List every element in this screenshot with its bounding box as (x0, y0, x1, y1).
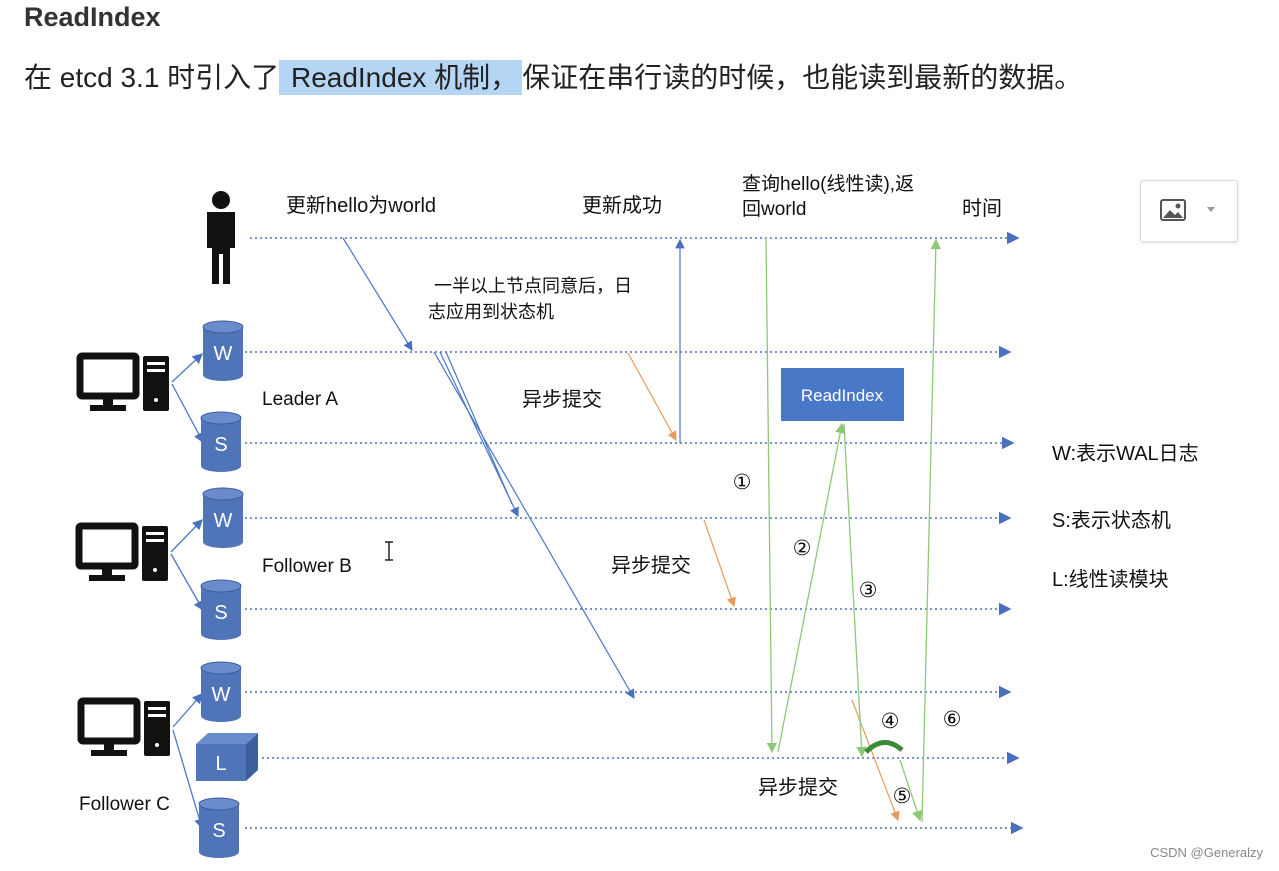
leader-async-commit-arrow (627, 352, 677, 442)
store-letter: S (212, 820, 225, 842)
followerc-async-commit-label: 异步提交 (758, 776, 838, 799)
leader-a-label: Leader A (262, 389, 338, 410)
store-letter: S (214, 434, 227, 456)
query-label-line1: 查询hello(线性读),返 (742, 173, 914, 195)
followerb-state-store: S (200, 579, 242, 640)
leader-async-commit-label: 异步提交 (522, 388, 602, 411)
store-letter: S (214, 602, 227, 624)
step-marker-6: ⑥ (943, 708, 962, 731)
step-marker-1: ① (733, 471, 752, 494)
follower-c-label: Follower C (79, 794, 170, 815)
leader-state-store: S (200, 411, 242, 472)
replicate-to-followerb-arrow (445, 351, 513, 505)
readindex-box-label: ReadIndex (801, 386, 884, 405)
time-axis-label: 时间 (962, 197, 1002, 220)
followerc-wal-store: W (200, 661, 242, 722)
majority-note-line1: 一半以上节点同意后，日 (434, 276, 632, 296)
update-success-label: 更新成功 (582, 194, 662, 217)
majority-note-line2: 志应用到状态机 (428, 302, 554, 322)
computer-icon (77, 697, 170, 756)
store-letter: L (215, 753, 226, 775)
followerc-state-store: S (198, 797, 240, 858)
store-letter: W (214, 510, 233, 532)
readindex-request-arrow (777, 422, 846, 753)
image-options-button[interactable] (1140, 180, 1238, 242)
computer-icon (75, 522, 168, 581)
followerb-async-commit-arrow (703, 519, 736, 608)
readindex-diagram: W S W S W L S ReadIndex 更新hello为world 更新… (75, 173, 1199, 858)
client-person-icon (207, 191, 235, 284)
step-marker-4: ④ (881, 710, 900, 733)
write-request-arrow (342, 237, 413, 352)
follower-b-label: Follower B (262, 556, 352, 577)
query-label-line2: 回world (742, 199, 806, 220)
followerb-wal-store: W (202, 487, 244, 548)
followerb-async-commit-label: 异步提交 (611, 554, 691, 577)
text-cursor-icon (385, 541, 393, 561)
read-request-arrow (765, 237, 778, 754)
image-icon (1160, 199, 1186, 221)
step-marker-5: ⑤ (893, 785, 912, 808)
followerc-linear-read-module: L (196, 733, 258, 781)
legend-linear-read: L:线性读模块 (1052, 568, 1169, 591)
step-marker-2: ② (793, 537, 812, 560)
watermark: CSDN @Generalzy (1150, 845, 1263, 860)
step-marker-3: ③ (859, 579, 878, 602)
store-letter: W (212, 684, 231, 706)
update-request-label: 更新hello为world (286, 194, 436, 217)
computer-icon (76, 352, 169, 411)
legend-state-machine: S:表示状态机 (1052, 509, 1171, 532)
store-letter: W (214, 343, 233, 365)
return-result-arrow (921, 238, 941, 823)
leader-wal-store: W (202, 320, 244, 381)
legend-wal: W:表示WAL日志 (1052, 442, 1199, 465)
chevron-down-icon (1207, 207, 1215, 212)
